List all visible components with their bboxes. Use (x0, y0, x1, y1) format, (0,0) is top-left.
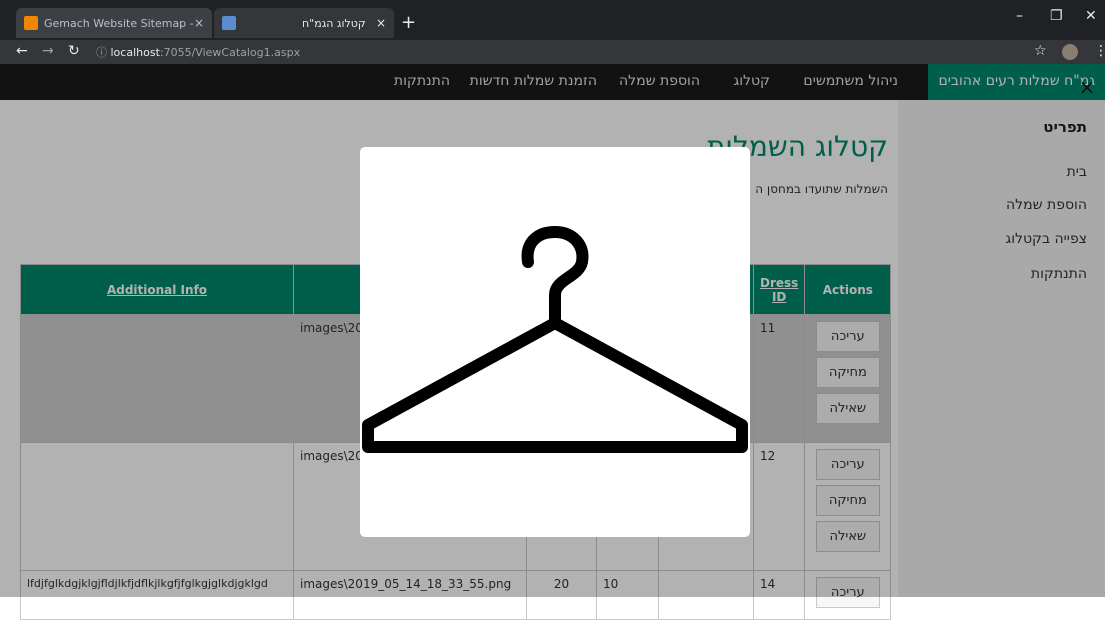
profile-avatar[interactable] (1062, 44, 1078, 60)
drawio-icon (24, 16, 38, 30)
close-tab-icon[interactable]: × (194, 16, 204, 30)
reload-icon[interactable]: ↻ (68, 43, 80, 59)
url-path: :7055/ViewCatalog1.aspx (159, 46, 301, 59)
info-icon[interactable]: ⓘ (96, 46, 107, 59)
back-icon[interactable]: ← (16, 43, 28, 59)
browser-tab-catalog[interactable]: קטלוג הגמ"ח × (214, 8, 394, 38)
close-tab-icon[interactable]: × (376, 16, 386, 30)
minimize-icon[interactable]: – (1016, 8, 1023, 24)
window-close-icon[interactable]: ✕ (1085, 8, 1097, 24)
bookmark-star-icon[interactable]: ☆ (1034, 43, 1047, 59)
browser-tab-sitemap[interactable]: Gemach Website Sitemap - draw × (16, 8, 212, 38)
browser-menu-icon[interactable]: ⋮ (1094, 43, 1105, 59)
page-icon (222, 16, 236, 30)
tab-title: קטלוג הגמ"ח (302, 16, 366, 30)
browser-tab-strip: Gemach Website Sitemap - draw × קטלוג הג… (0, 0, 1105, 40)
restore-icon[interactable]: ❐ (1050, 8, 1063, 24)
url-host: localhost (110, 46, 160, 59)
new-tab-button[interactable]: + (401, 12, 416, 33)
tab-title: Gemach Website Sitemap - draw (44, 16, 194, 30)
hanger-icon (362, 226, 748, 453)
forward-icon[interactable]: → (42, 43, 54, 59)
address-bar: ← → ↻ ⓘ localhost:7055/ViewCatalog1.aspx… (0, 40, 1105, 64)
modal-close-button[interactable]: × (1076, 76, 1098, 98)
url-field[interactable]: ⓘ localhost:7055/ViewCatalog1.aspx (96, 44, 300, 60)
image-preview-modal (360, 147, 750, 537)
